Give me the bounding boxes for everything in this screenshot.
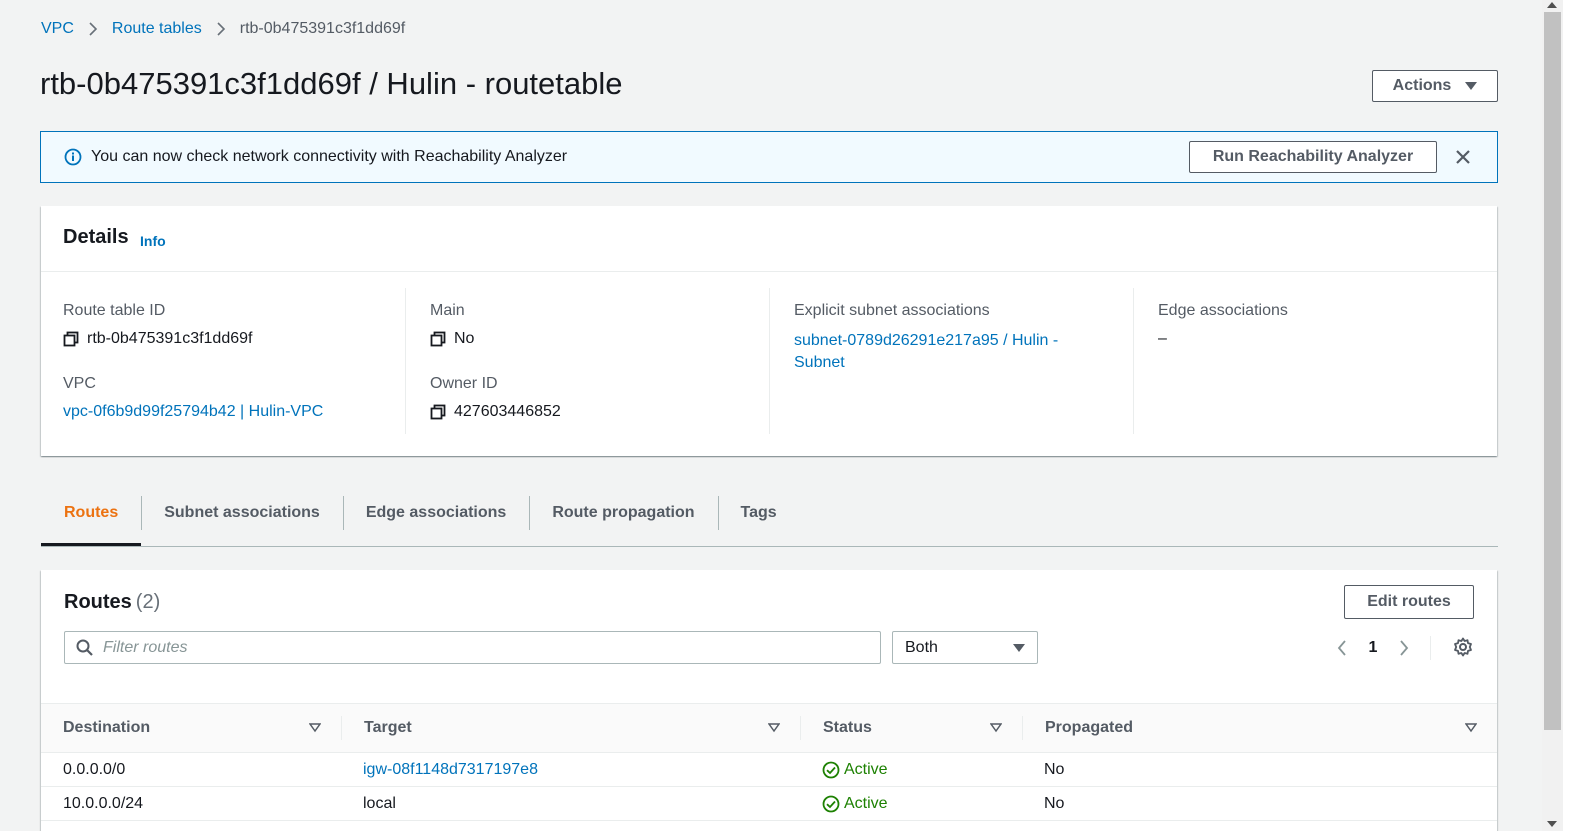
- chevron-right-icon[interactable]: [1398, 639, 1410, 657]
- tab-edge-associations[interactable]: Edge associations: [342, 493, 530, 533]
- details-panel: Details Info Route table ID rtb-0b475391…: [41, 206, 1497, 456]
- route-table-id-value: rtb-0b475391c3f1dd69f: [63, 330, 252, 348]
- details-info-link[interactable]: Info: [140, 233, 166, 249]
- copy-icon[interactable]: [63, 331, 79, 347]
- owner-id-text: 427603446852: [454, 403, 561, 420]
- owner-id-label: Owner ID: [430, 375, 498, 392]
- details-header: Details Info: [41, 206, 1497, 272]
- routes-count: (2): [135, 591, 161, 613]
- table-row[interactable]: 10.0.0.0/24 local Active No: [41, 786, 1497, 821]
- tab-bar: Routes Subnet associations Edge associat…: [41, 493, 1498, 547]
- sort-icon: [309, 723, 321, 733]
- page-title: rtb-0b475391c3f1dd69f / Hulin - routetab…: [40, 66, 623, 101]
- status-text: Active: [844, 760, 888, 778]
- check-circle-icon: [822, 795, 840, 813]
- propagated-cell: No: [1022, 752, 1497, 787]
- filter-routes-field: [64, 631, 881, 664]
- destination-cell: 10.0.0.0/24: [41, 786, 341, 821]
- table-header-row: Destination Target Status Propagated: [41, 703, 1497, 753]
- pager-divider: [1430, 636, 1431, 660]
- run-reachability-analyzer-button[interactable]: Run Reachability Analyzer: [1189, 141, 1437, 173]
- filter-routes-input[interactable]: [101, 637, 865, 658]
- scroll-down-arrow-icon[interactable]: [1547, 821, 1557, 827]
- info-icon: [64, 148, 82, 166]
- edge-associations-value: –: [1158, 330, 1167, 347]
- explicit-subnet-line1: subnet-0789d26291e217a95 / Hulin -: [794, 332, 1059, 349]
- propagation-filter-select[interactable]: Both: [892, 631, 1038, 664]
- column-header-status[interactable]: Status: [800, 703, 1022, 753]
- tab-tags[interactable]: Tags: [717, 493, 800, 533]
- caret-down-icon: [1465, 81, 1478, 91]
- explicit-subnet-line2: Subnet: [794, 354, 845, 371]
- status-indicator: Active: [822, 795, 1022, 813]
- routes-title: Routes (2): [64, 591, 160, 614]
- details-column-4: Edge associations –: [1133, 288, 1498, 434]
- scrollbar-thumb[interactable]: [1544, 12, 1561, 730]
- column-header-label: Status: [823, 719, 872, 736]
- info-banner: You can now check network connectivity w…: [40, 131, 1498, 183]
- routes-panel: Routes(2) Edit routes Both 1: [41, 570, 1497, 831]
- tab-routes[interactable]: Routes: [41, 493, 142, 546]
- explicit-subnet-link[interactable]: subnet-0789d26291e217a95 / Hulin - Subne…: [794, 330, 1058, 374]
- column-header-target[interactable]: Target: [341, 703, 800, 753]
- breadcrumb-vpc-link[interactable]: VPC: [41, 20, 74, 38]
- chevron-right-icon: [88, 21, 98, 37]
- column-header-label: Propagated: [1045, 719, 1134, 736]
- status-text: Active: [844, 794, 888, 812]
- select-value: Both: [905, 638, 938, 656]
- tab-subnet-associations[interactable]: Subnet associations: [141, 493, 343, 533]
- main-label: Main: [430, 302, 465, 319]
- breadcrumb: VPC Route tables rtb-0b475391c3f1dd69f: [41, 20, 405, 38]
- copy-icon[interactable]: [430, 331, 446, 347]
- sort-icon: [768, 723, 780, 733]
- banner-message: You can now check network connectivity w…: [91, 148, 568, 165]
- window-edge: [1563, 0, 1582, 831]
- tab-route-propagation[interactable]: Route propagation: [529, 493, 717, 533]
- page-scrollbar[interactable]: [1542, 0, 1563, 831]
- actions-label: Actions: [1392, 77, 1452, 94]
- status-indicator: Active: [822, 761, 1022, 779]
- scroll-up-arrow-icon[interactable]: [1547, 2, 1557, 8]
- owner-id-value: 427603446852: [430, 403, 561, 421]
- search-icon: [76, 639, 93, 656]
- chevron-left-icon[interactable]: [1336, 639, 1348, 657]
- details-column-3: Explicit subnet associations subnet-0789…: [769, 288, 1134, 434]
- breadcrumb-route-tables-link[interactable]: Route tables: [112, 20, 202, 38]
- propagated-cell: No: [1022, 786, 1497, 821]
- route-table-id-text: rtb-0b475391c3f1dd69f: [87, 330, 253, 347]
- copy-icon[interactable]: [430, 404, 446, 420]
- table-row[interactable]: 0.0.0.0/0 igw-08f1148d7317197e8 Active N…: [41, 752, 1497, 787]
- routes-table: Destination Target Status Propagated 0.0…: [41, 703, 1497, 821]
- page-number[interactable]: 1: [1368, 639, 1378, 657]
- sort-icon: [990, 723, 1002, 733]
- edit-routes-button[interactable]: Edit routes: [1344, 585, 1474, 619]
- column-header-destination[interactable]: Destination: [41, 703, 341, 753]
- main-text: No: [454, 330, 475, 347]
- details-title: Details: [63, 226, 129, 248]
- close-icon[interactable]: [1453, 147, 1473, 167]
- column-header-label: Target: [364, 719, 412, 736]
- chevron-right-icon: [216, 21, 226, 37]
- explicit-subnet-label: Explicit subnet associations: [794, 302, 990, 319]
- edge-associations-label: Edge associations: [1158, 302, 1288, 319]
- route-table-id-label: Route table ID: [63, 302, 166, 319]
- target-link[interactable]: igw-08f1148d7317197e8: [363, 761, 538, 778]
- column-header-label: Destination: [63, 719, 151, 736]
- vpc-link[interactable]: vpc-0f6b9d99f25794b42 | Hulin-VPC: [63, 403, 323, 421]
- details-column-2: Main No Owner ID 427603446852: [405, 288, 770, 434]
- vpc-label: VPC: [63, 375, 96, 392]
- routes-title-text: Routes: [64, 591, 132, 613]
- breadcrumb-current: rtb-0b475391c3f1dd69f: [239, 20, 406, 37]
- caret-down-icon: [1013, 643, 1025, 653]
- gear-icon[interactable]: [1453, 637, 1473, 657]
- target-cell: local: [341, 786, 800, 821]
- column-header-propagated[interactable]: Propagated: [1022, 703, 1497, 753]
- destination-cell: 0.0.0.0/0: [41, 752, 341, 787]
- actions-button[interactable]: Actions: [1372, 70, 1498, 102]
- pagination: 1: [1336, 636, 1431, 660]
- check-circle-icon: [822, 761, 840, 779]
- details-column-1: Route table ID rtb-0b475391c3f1dd69f VPC…: [41, 288, 405, 434]
- sort-icon: [1465, 723, 1477, 733]
- main-value: No: [430, 330, 474, 348]
